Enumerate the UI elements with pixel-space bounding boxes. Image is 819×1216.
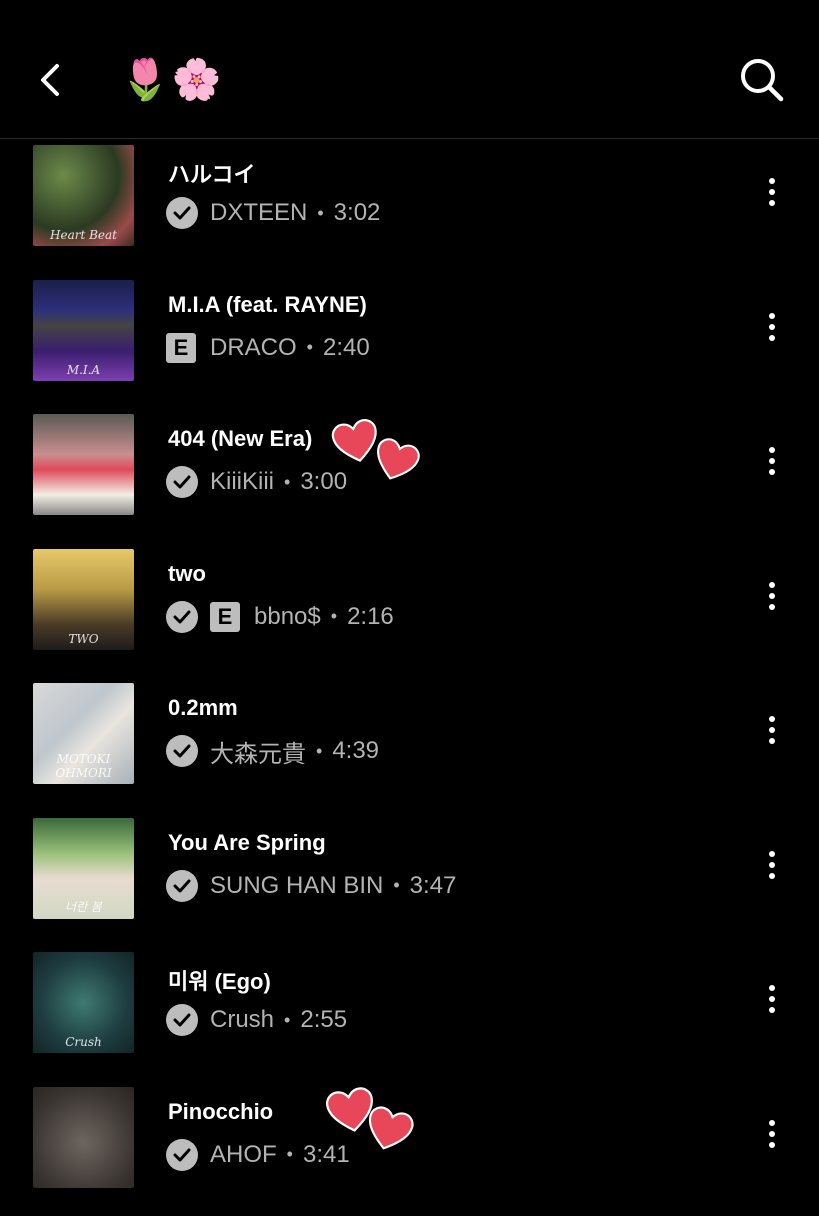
track-duration: 2:40 [322,333,370,361]
album-art-text: 너란 봄 [65,899,102,914]
track-duration: 2:16 [347,602,394,630]
downloaded-check-icon [166,1138,198,1171]
more-vertical-icon [769,312,775,341]
track-artist: KiiiKiii [210,468,275,495]
more-options-button[interactable] [756,447,788,483]
explicit-badge: E [210,601,240,632]
back-button[interactable] [30,56,70,104]
more-options-button[interactable] [756,1119,788,1156]
more-vertical-icon [769,1119,775,1148]
album-art-text: MOTOKI OHMORI [55,752,112,780]
meta-separator: • [306,337,313,357]
explicit-badge: E [166,332,196,363]
track-meta: Crush • 2:55 [166,1002,347,1038]
track-title: 404 (New Era) [168,426,313,451]
more-vertical-icon [769,716,775,744]
track-artist: SUNG HAN BIN [210,871,384,899]
album-art-text: Crush [65,1035,102,1049]
meta-separator: • [330,606,338,626]
search-button[interactable] [732,52,792,108]
track-title: You Are Spring [168,829,326,855]
track-title: two [168,560,206,586]
downloaded-check-icon [166,197,198,229]
track-artist: Crush [210,1006,275,1033]
chevron-left-icon [41,64,59,96]
track-meta: SUNG HAN BIN • 3:47 [166,868,456,904]
downloaded-check-icon [166,869,198,902]
album-art-text: Heart Beat [50,228,117,242]
track-meta: E DRACO • 2:40 [166,330,370,366]
track-title: 미워 (Ego) [168,969,271,994]
album-art: TWO [33,548,134,650]
downloaded-check-icon [166,466,198,498]
track-row[interactable]: 너란 봄 You Are Spring SUNG HAN BIN • 3:47 [0,813,819,947]
more-options-button[interactable] [756,581,788,618]
track-artist: bbno$ [254,602,321,630]
track-title: Pinocchio [168,1098,274,1124]
track-row[interactable]: TWO two Ebbno$ • 2:16 [0,544,819,678]
track-duration: 2:55 [300,1006,348,1033]
track-title: 0.2mm [168,695,238,720]
track-duration: 3:00 [300,468,348,495]
album-art: MOTOKI OHMORI [33,683,134,784]
downloaded-check-icon [166,735,198,767]
album-art [33,414,134,515]
track-duration: 3:02 [333,199,381,226]
more-options-button[interactable] [756,178,788,214]
more-vertical-icon [769,850,775,879]
meta-separator: • [284,471,291,492]
more-options-button[interactable] [756,716,788,752]
playlist-title: 🌷🌸 [120,57,224,103]
track-meta: DXTEEN • 3:02 [166,195,380,231]
track-title: ハルコイ [168,162,256,187]
track-row[interactable]: MOTOKI OHMORI 0.2mm 大森元貴 • 4:39 [0,678,819,812]
album-art: M.I.A [33,279,134,381]
album-art: Heart Beat [33,145,134,246]
meta-separator: • [286,1144,293,1164]
track-row[interactable]: Pinocchio AHOF • 3:41 [0,1082,819,1216]
meta-separator: • [393,875,400,895]
more-vertical-icon [769,178,775,206]
meta-separator: • [284,1009,291,1030]
more-vertical-icon [769,985,775,1013]
track-duration: 4:39 [332,737,380,764]
track-row[interactable]: Crush 미워 (Ego) Crush • 2:55 [0,947,819,1081]
track-duration: 3:47 [409,871,457,899]
track-meta: Ebbno$ • 2:16 [166,599,394,635]
track-artist: AHOF [210,1140,277,1168]
more-options-button[interactable] [756,985,788,1021]
more-options-button[interactable] [756,312,788,349]
track-title: M.I.A (feat. RAYNE) [168,291,367,317]
meta-separator: • [317,202,324,223]
search-icon [741,59,784,102]
track-meta: AHOF • 3:41 [166,1137,350,1173]
album-art-image [33,1086,134,1188]
track-duration: 3:41 [302,1140,350,1168]
track-row[interactable]: M.I.A M.I.A (feat. RAYNE) E DRACO • 2:40 [0,275,819,409]
top-bar: 🌷🌸 [0,0,819,139]
downloaded-check-icon [166,600,198,633]
meta-separator: • [316,740,323,761]
track-meta: 大森元貴 • 4:39 [166,733,379,769]
album-art-image [33,414,134,515]
track-meta: KiiiKiii • 3:00 [166,464,347,500]
more-vertical-icon [769,581,775,610]
downloaded-check-icon [166,1004,198,1036]
more-vertical-icon [769,447,775,475]
track-artist: DXTEEN [210,199,308,226]
album-art-text: TWO [68,631,99,646]
album-art: 너란 봄 [33,817,134,919]
track-artist: 大森元貴 [210,740,306,768]
track-artist: DRACO [210,333,297,361]
album-art: Crush [33,952,134,1053]
album-art [33,1086,134,1188]
album-art-text: M.I.A [66,362,101,377]
track-row[interactable]: Heart Beat ハルコイ DXTEEN • 3:02 [0,140,819,274]
more-options-button[interactable] [756,850,788,887]
